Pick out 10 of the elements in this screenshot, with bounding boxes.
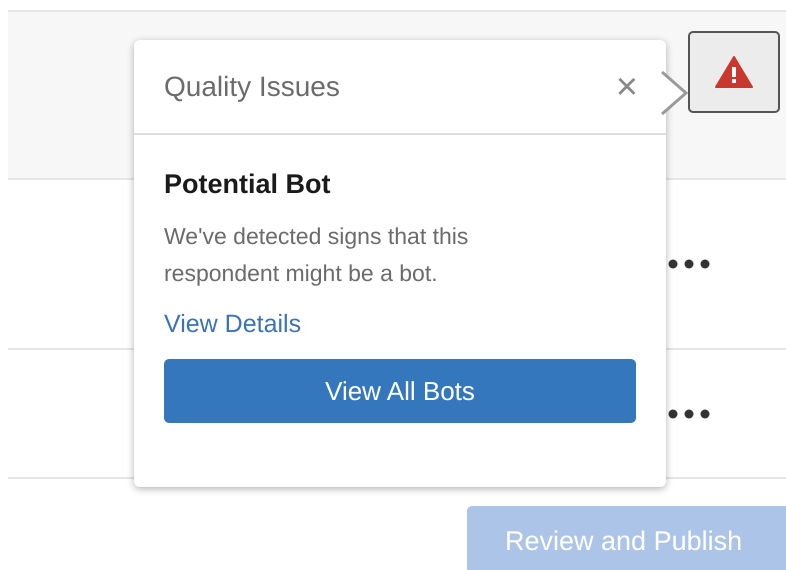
issue-heading: Potential Bot — [164, 169, 332, 200]
more-icon[interactable] — [668, 259, 710, 269]
view-details-link[interactable]: View Details — [164, 310, 302, 339]
issue-message: We've detected signs that this respondent might be a bot. — [164, 222, 470, 288]
more-icon[interactable] — [668, 408, 710, 418]
popover-title: Quality Issues — [164, 70, 340, 102]
warning-button[interactable] — [688, 31, 780, 113]
warning-icon — [715, 56, 753, 88]
view-all-bots-button[interactable]: View All Bots — [164, 359, 636, 423]
close-button[interactable]: × — [612, 68, 642, 106]
